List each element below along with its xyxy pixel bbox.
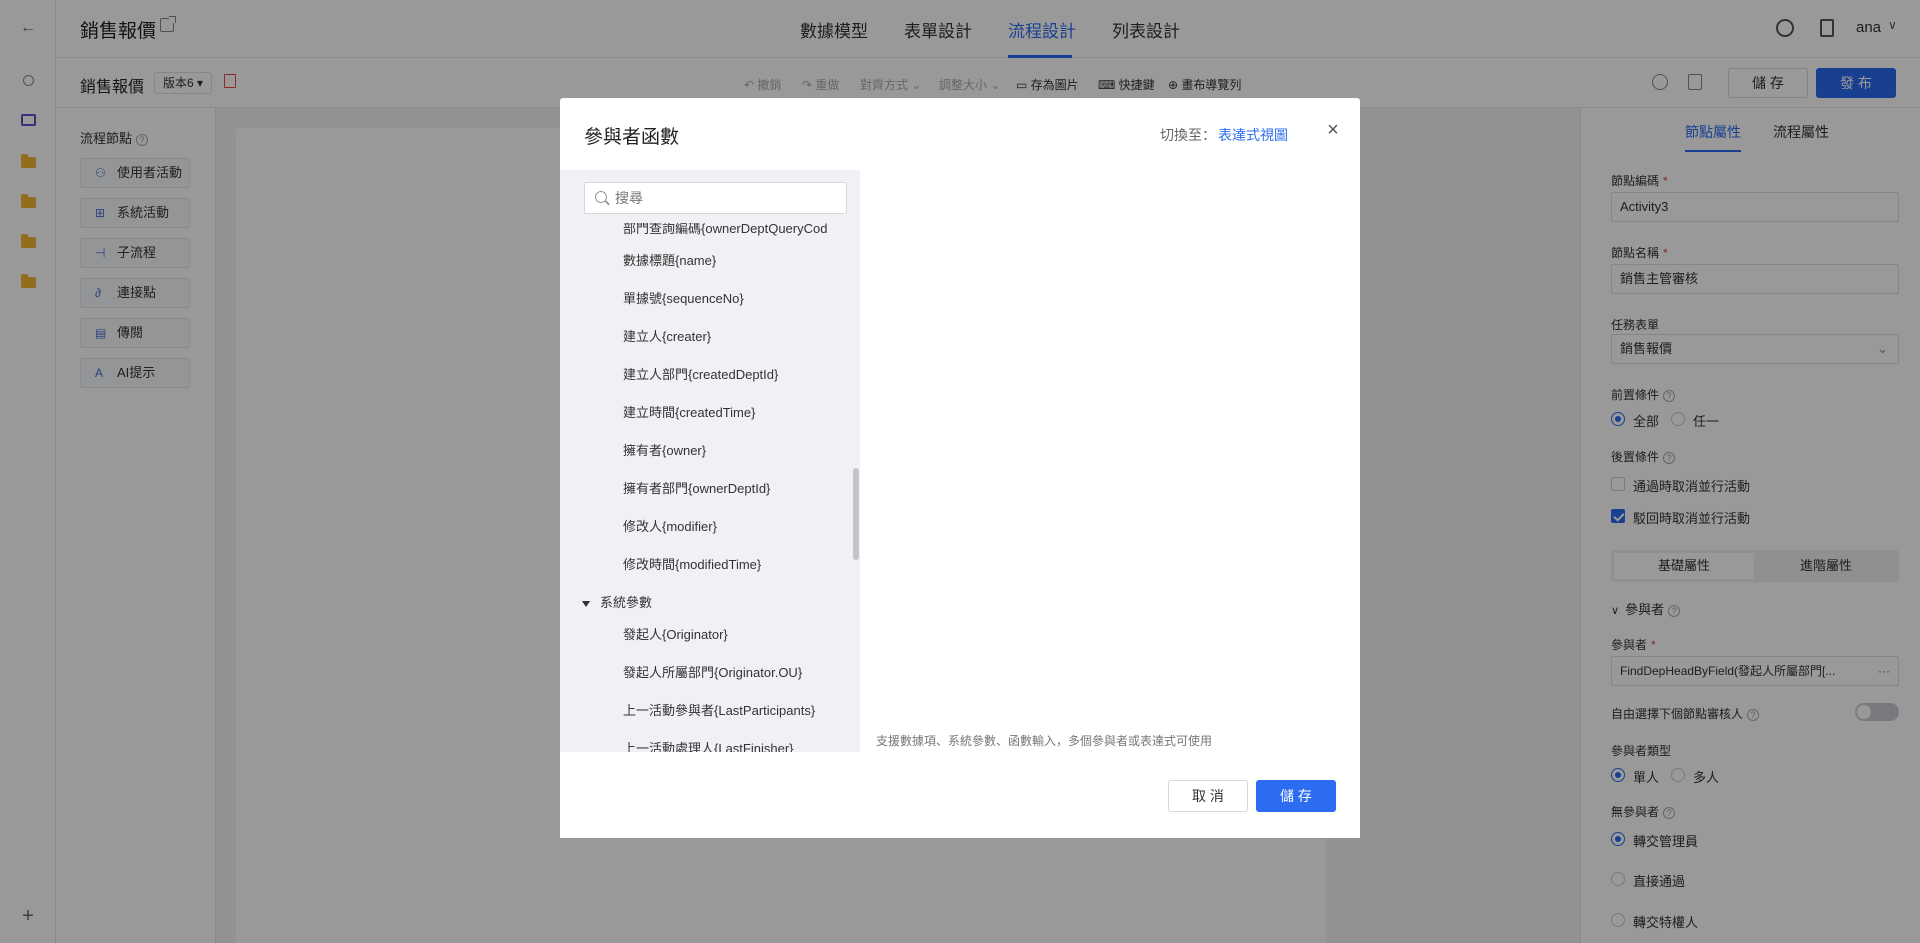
tree-item[interactable]: 擁有者部門{ownerDeptId} <box>623 478 770 497</box>
tree-item[interactable]: 單據號{sequenceNo} <box>623 288 744 307</box>
switch-expression-view-link[interactable]: 表達式視圖 <box>1218 125 1288 145</box>
tree-item[interactable]: 發起人所屬部門{Originator.OU} <box>623 662 802 681</box>
tree-item[interactable]: 發起人{Originator} <box>623 624 728 643</box>
tree-item[interactable]: 修改時間{modifiedTime} <box>623 554 761 573</box>
tree-item[interactable]: 部門查詢編碼{ownerDeptQueryCod <box>623 223 827 237</box>
search-icon <box>595 191 607 203</box>
tree-item[interactable]: 建立時間{createdTime} <box>623 402 755 421</box>
function-tree: 部門查詢編碼{ownerDeptQueryCod 數據標題{name} 單據號{… <box>560 170 860 752</box>
tree-group-system-params[interactable]: 系統參數 <box>582 592 652 611</box>
tree-item[interactable]: 數據標題{name} <box>623 250 716 269</box>
tree-item[interactable]: 建立人{creater} <box>623 326 711 345</box>
editor-hint: 支援數據項、系統參數、函數輸入，多個參與者或表達式可使用 <box>876 734 1213 748</box>
expression-editor[interactable] <box>860 170 1360 752</box>
dialog-save-button[interactable]: 儲 存 <box>1256 780 1336 812</box>
dialog-footer: 取 消 儲 存 <box>560 752 1360 838</box>
tree-group-label: 系統參數 <box>600 595 653 610</box>
tree-item[interactable]: 上一活動處理人{LastFinisher} <box>623 738 794 752</box>
search-input[interactable] <box>615 183 835 213</box>
tree-item[interactable]: 擁有者{owner} <box>623 440 706 459</box>
tree-item[interactable]: 修改人{modifier} <box>623 516 717 535</box>
tree-item[interactable]: 建立人部門{createdDeptId} <box>623 364 778 383</box>
cancel-button[interactable]: 取 消 <box>1168 780 1248 812</box>
vertical-scrollbar[interactable] <box>853 468 859 560</box>
close-icon[interactable]: × <box>1325 120 1341 140</box>
dialog-title: 參與者函數 <box>584 127 680 148</box>
switch-label: 切換至： <box>1160 127 1216 143</box>
search-box <box>584 182 847 214</box>
tree-item[interactable]: 上一活動參與者{LastParticipants} <box>623 700 815 719</box>
caret-down-icon <box>582 600 590 607</box>
participant-function-dialog: 參與者函數 切換至： 表達式視圖 × 部門查詢編碼{ownerDeptQuery… <box>560 98 1360 838</box>
